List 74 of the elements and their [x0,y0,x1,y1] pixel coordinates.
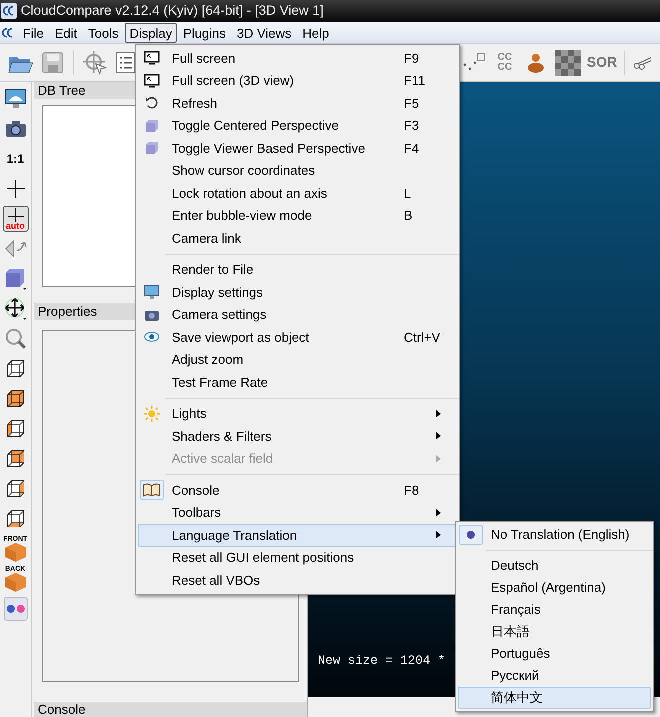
cube-icon[interactable] [6,509,26,529]
menu-item[interactable]: Toolbars [138,502,457,524]
menu-item[interactable]: Camera link [138,227,457,250]
crosshair-icon[interactable] [6,208,24,222]
cube-icon[interactable] [6,359,26,379]
menu-item[interactable]: Enter bubble-view mode B [138,204,457,227]
menu-item[interactable]: Test Frame Rate [138,371,457,394]
menu-item[interactable]: Lights [138,402,457,425]
menu-item[interactable]: Full screen F9 [138,47,457,70]
menu-item[interactable]: Tools [83,22,124,42]
menu-item[interactable]: Save viewport as object Ctrl+V [138,326,457,348]
menu-item[interactable]: Lock rotation about an axis L [138,182,457,204]
sor-tool[interactable]: SOR [587,52,615,73]
menu-item[interactable]: Toggle Viewer Based Perspective F4 [138,137,457,160]
menu-item[interactable]: Display settings [138,281,457,304]
menu-item[interactable]: 简体中文 [458,687,651,709]
cube-icon[interactable] [6,449,26,469]
cube-icon [145,141,159,156]
checkerboard-icon[interactable] [555,50,581,76]
pointer-icon[interactable] [82,50,108,76]
monitor-icon [144,285,160,300]
menu-item[interactable]: Português [458,643,651,665]
book-icon [143,483,161,498]
stereo-button[interactable] [4,597,28,621]
cube-icon[interactable] [6,389,26,409]
scissors-icon[interactable] [633,54,653,70]
monitor-icon [144,51,160,66]
menu-item[interactable]: Adjust zoom [138,348,457,371]
menu-item[interactable]: 3D Views [232,22,297,42]
panel-header: Console [34,702,307,717]
menu-item[interactable]: Help [298,22,334,42]
cube-icon[interactable] [6,479,26,499]
monitor-icon [144,74,160,88]
submenu-arrow-icon [436,410,441,418]
menu-item[interactable]: Plugins [178,22,231,42]
view-message: New size = 1204 * [318,653,446,670]
cube-icon [145,118,159,133]
menu-item[interactable]: No Translation (English) [458,524,651,546]
menu-item[interactable]: Shaders & Filters [138,425,457,448]
figure-icon[interactable] [525,52,547,74]
refresh-icon [145,96,159,110]
menu-item[interactable]: Edit [50,22,82,42]
menu-item[interactable]: Display [124,22,178,42]
menu-item[interactable]: Français [458,599,651,621]
menu-item[interactable]: Render to File [138,258,457,281]
menu-item[interactable]: Show cursor coordinates [138,160,457,182]
monitor-icon[interactable] [4,89,26,109]
menu-item[interactable]: Toggle Centered Perspective F3 [138,114,457,137]
rotate-icon[interactable] [4,239,28,259]
menu-item[interactable]: Deutsch [458,555,651,577]
window-title: CloudCompare v2.12.4 (Kyiv) [64-bit] - [3D View 1] [21,2,324,20]
crosshair-icon[interactable] [6,179,26,199]
scale-label[interactable]: 1:1 [6,150,24,168]
auto-label: auto [6,222,25,230]
submenu-arrow-icon [436,432,441,440]
cube-icon[interactable] [6,419,26,439]
menu-item[interactable]: 日本語 [458,621,651,643]
move-icon[interactable] [4,297,28,321]
menu-item[interactable]: Reset all GUI element positions [138,546,457,569]
sun-icon [144,406,160,422]
magnifier-icon[interactable] [4,328,26,350]
eye-icon [144,331,160,344]
menu-item[interactable]: Reset all VBOs [138,569,457,592]
menu-item[interactable]: File [18,22,49,42]
submenu-arrow-icon [436,531,441,540]
menu-item[interactable]: Русский [458,665,651,687]
camera-icon[interactable] [4,120,26,138]
submenu-arrow-icon [436,454,441,463]
menu-item[interactable]: Language Translation [138,524,457,546]
menu-item[interactable]: Console F8 [138,479,457,502]
list-icon[interactable] [116,52,136,74]
submenu-arrow-icon [436,508,441,517]
menu-item[interactable]: Español (Argentina) [458,577,651,599]
app-logo-icon [1,3,17,19]
